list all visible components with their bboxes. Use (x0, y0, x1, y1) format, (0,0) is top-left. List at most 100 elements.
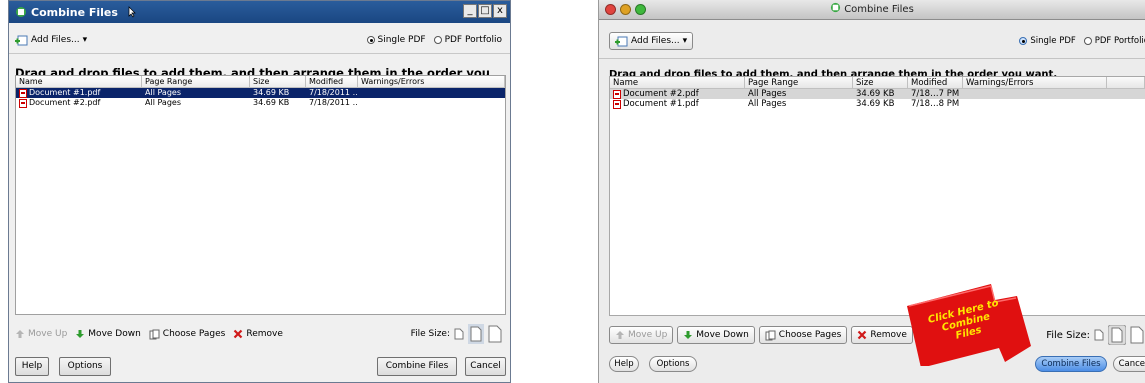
column-header-page-range[interactable]: Page Range (142, 76, 250, 87)
page-range-cell: All Pages (748, 99, 787, 109)
dialog-footer: Help Options Combine Files Cancel (609, 356, 1145, 376)
toolbar: Add Files... ▾ Single PDF PDF Portfolio (599, 28, 1145, 54)
modified-cell: 7/18/2011 ... (309, 98, 358, 107)
file-size-label: File Size: (1046, 329, 1090, 341)
file-list-table[interactable]: Name Page Range Size Modified Warnings/E… (15, 75, 506, 315)
file-name-cell: Document #2.pdf (16, 98, 142, 108)
help-button[interactable]: Help (15, 357, 49, 376)
table-row[interactable]: Document #1.pdf All Pages 34.69 KB 7/18/… (16, 88, 505, 98)
pdf-portfolio-radio[interactable]: PDF Portfolio (433, 35, 502, 45)
file-size-selector: File Size: (1046, 325, 1144, 345)
column-header-warnings[interactable]: Warnings/Errors (358, 76, 505, 87)
close-button[interactable] (605, 4, 616, 15)
title-bar[interactable]: Combine Files _ □ x (9, 1, 510, 23)
choose-pages-button[interactable]: Choose Pages (149, 329, 225, 340)
file-name-cell: Document #1.pdf (16, 88, 142, 98)
maximize-button[interactable]: □ (478, 4, 492, 18)
pdf-file-icon (19, 98, 27, 108)
mouse-cursor-icon (128, 6, 136, 18)
single-pdf-radio[interactable]: Single PDF (366, 35, 426, 45)
add-files-label: Add Files... (31, 35, 80, 45)
size-cell: 34.69 KB (253, 98, 290, 107)
remove-x-icon (858, 330, 867, 340)
options-button[interactable]: Options (59, 357, 111, 376)
modified-cell: 7/18/2011 ... (309, 88, 358, 97)
single-pdf-radio[interactable]: Single PDF (1019, 36, 1076, 46)
default-file-size-icon[interactable] (468, 324, 484, 344)
windows-combine-files-dialog: Combine Files _ □ x Add Files... ▾ Singl… (8, 0, 511, 383)
minimize-button[interactable]: _ (463, 4, 477, 18)
move-up-button[interactable]: Move Up (609, 326, 674, 344)
choose-pages-button[interactable]: Choose Pages (758, 326, 848, 344)
large-file-size-icon[interactable] (488, 325, 502, 343)
small-file-size-icon[interactable] (454, 328, 464, 340)
file-name: Document #2.pdf (623, 89, 699, 99)
close-button[interactable]: x (493, 4, 507, 18)
table-row[interactable]: Document #2.pdf All Pages 34.69 KB 7/18/… (16, 98, 505, 108)
move-down-button[interactable]: Move Down (677, 326, 755, 344)
column-header-warnings[interactable]: Warnings/Errors (963, 77, 1107, 88)
zoom-button[interactable] (635, 4, 646, 15)
modified-cell: 7/18…8 PM (911, 99, 960, 109)
move-up-button[interactable]: Move Up (15, 329, 67, 339)
add-files-button[interactable]: Add Files... ▾ (609, 32, 694, 50)
file-size-label: File Size: (410, 329, 450, 339)
large-file-size-icon[interactable] (1130, 326, 1144, 344)
move-down-label: Move Down (88, 329, 141, 339)
column-header-modified[interactable]: Modified (306, 76, 358, 87)
file-name: Document #2.pdf (29, 98, 101, 107)
pdf-portfolio-label: PDF Portfolio (444, 35, 502, 45)
options-button[interactable]: Options (649, 356, 697, 372)
file-size-selector: File Size: (411, 324, 502, 344)
combine-files-icon (831, 2, 841, 13)
help-button[interactable]: Help (609, 356, 639, 372)
column-header-page-range[interactable]: Page Range (745, 77, 853, 88)
cancel-button[interactable]: Cancel (1113, 356, 1145, 372)
column-header-size[interactable]: Size (853, 77, 908, 88)
column-header-name[interactable]: Name (16, 76, 142, 87)
table-header: Name Page Range Size Modified Warnings/E… (16, 76, 505, 88)
column-header-modified[interactable]: Modified (908, 77, 963, 88)
column-header-name[interactable]: Name (610, 77, 745, 88)
move-down-button[interactable]: Move Down (75, 329, 141, 339)
warnings-cell (963, 89, 1107, 99)
warnings-cell (358, 88, 505, 98)
remove-button[interactable]: Remove (233, 329, 283, 339)
single-pdf-label: Single PDF (377, 35, 426, 45)
pdf-file-icon (19, 88, 27, 98)
column-header-size[interactable]: Size (250, 76, 306, 87)
small-file-size-icon[interactable] (1094, 329, 1104, 341)
toolbar: Add Files... ▾ Single PDF PDF Portfolio (9, 29, 510, 51)
file-name-cell: Document #1.pdf (610, 99, 745, 109)
pdf-file-icon (613, 99, 621, 109)
pdf-portfolio-radio[interactable]: PDF Portfolio (1083, 36, 1145, 46)
dropdown-arrow-icon: ▾ (682, 36, 688, 46)
table-row[interactable]: Document #1.pdf All Pages 34.69 KB 7/18…… (610, 99, 1145, 109)
window-title: Combine Files (844, 4, 914, 15)
mac-combine-files-dialog: Combine Files Add Files... ▾ Single PDF … (598, 0, 1145, 383)
default-file-size-icon[interactable] (1108, 325, 1126, 345)
size-cell: 34.69 KB (856, 99, 895, 109)
combine-files-button[interactable]: Combine Files (377, 357, 457, 376)
window-controls (605, 4, 646, 15)
move-up-label: Move Up (628, 330, 668, 340)
up-arrow-icon (16, 330, 24, 338)
file-list-table[interactable]: Name Page Range Size Modified Warnings/E… (609, 76, 1145, 316)
cancel-button[interactable]: Cancel (465, 357, 506, 376)
table-row[interactable]: Document #2.pdf All Pages 34.69 KB 7/18…… (610, 89, 1145, 99)
modified-cell: 7/18…7 PM (911, 89, 960, 99)
warnings-cell (358, 98, 505, 108)
pdf-portfolio-label: PDF Portfolio (1094, 36, 1145, 46)
size-cell: 34.69 KB (253, 88, 290, 97)
minimize-button[interactable] (620, 4, 631, 15)
move-down-label: Move Down (696, 330, 749, 340)
file-name-cell: Document #2.pdf (610, 89, 745, 99)
move-up-label: Move Up (28, 329, 68, 339)
add-files-icon (15, 35, 28, 45)
title-bar[interactable]: Combine Files (599, 0, 1145, 20)
click-here-callout: Click Here to Combine Files (899, 276, 1039, 368)
add-files-button[interactable]: Add Files... ▾ (15, 35, 87, 46)
size-cell: 34.69 KB (856, 89, 895, 99)
combine-files-button[interactable]: Combine Files (1035, 356, 1107, 372)
output-type-options: Single PDF PDF Portfolio (366, 35, 502, 45)
